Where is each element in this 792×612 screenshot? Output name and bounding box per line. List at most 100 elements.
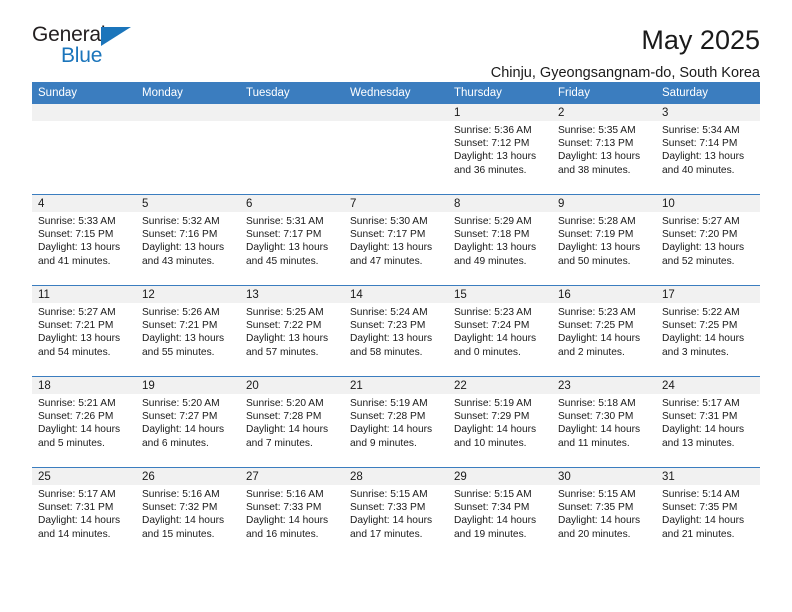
daylight-text-line1: Daylight: 14 hours <box>38 515 121 527</box>
day-cell[interactable]: 1 Sunrise: 5:36 AM Sunset: 7:12 PM Daylight… <box>448 104 552 195</box>
sunrise-text: Sunrise: 5:25 AM <box>246 307 324 318</box>
weekday-header-saturday: Saturday <box>656 82 760 104</box>
day-cell-inner: 8 Sunrise: 5:29 AM Sunset: 7:18 PM Daylight… <box>448 195 552 285</box>
day-cell[interactable]: 7 Sunrise: 5:30 AM Sunset: 7:17 PM Daylight… <box>344 194 448 286</box>
day-cell[interactable] <box>240 104 344 195</box>
day-details: Sunrise: 5:15 AM Sunset: 7:33 PM Daylight:… <box>344 485 448 541</box>
day-cell[interactable] <box>344 104 448 195</box>
sunrise-text: Sunrise: 5:15 AM <box>558 489 636 500</box>
daylight-text-line2: and 49 minutes. <box>454 255 527 267</box>
day-cell[interactable]: 11 Sunrise: 5:27 AM Sunset: 7:21 PM Dayligh… <box>32 285 136 377</box>
day-cell[interactable]: 3 Sunrise: 5:34 AM Sunset: 7:14 PM Daylight… <box>656 104 760 195</box>
day-cell[interactable]: 20 Sunrise: 5:20 AM Sunset: 7:28 PM Dayligh… <box>240 376 344 468</box>
day-number: 2 <box>552 104 656 121</box>
day-number: 3 <box>656 104 760 121</box>
day-cell[interactable]: 4 Sunrise: 5:33 AM Sunset: 7:15 PM Daylight… <box>32 194 136 286</box>
daylight-text-line2: and 45 minutes. <box>246 255 319 267</box>
day-cell[interactable]: 5 Sunrise: 5:32 AM Sunset: 7:16 PM Daylight… <box>136 194 240 286</box>
day-cell[interactable]: 13 Sunrise: 5:25 AM Sunset: 7:22 PM Dayligh… <box>240 285 344 377</box>
day-number: 17 <box>656 286 760 303</box>
sunset-text: Sunset: 7:28 PM <box>246 411 322 423</box>
day-cell[interactable]: 30 Sunrise: 5:15 AM Sunset: 7:35 PM Dayligh… <box>552 467 656 558</box>
day-details: Sunrise: 5:23 AM Sunset: 7:24 PM Daylight:… <box>448 303 552 359</box>
sunset-text: Sunset: 7:12 PM <box>454 138 530 150</box>
day-cell[interactable]: 17 Sunrise: 5:22 AM Sunset: 7:25 PM Dayligh… <box>656 285 760 377</box>
daylight-text-line1: Daylight: 13 hours <box>558 242 641 254</box>
brand-logo[interactable]: General Blue <box>32 24 152 72</box>
weekday-header-sunday: Sunday <box>32 82 136 104</box>
day-cell-inner: 14 Sunrise: 5:24 AM Sunset: 7:23 PM Dayligh… <box>344 286 448 376</box>
day-cell-inner: 31 Sunrise: 5:14 AM Sunset: 7:35 PM Dayligh… <box>656 468 760 558</box>
day-cell-inner: 15 Sunrise: 5:23 AM Sunset: 7:24 PM Dayligh… <box>448 286 552 376</box>
day-cell[interactable]: 21 Sunrise: 5:19 AM Sunset: 7:28 PM Dayligh… <box>344 376 448 468</box>
daylight-text-line1: Daylight: 13 hours <box>246 242 329 254</box>
daylight-text-line2: and 5 minutes. <box>38 437 105 449</box>
weekday-header-tuesday: Tuesday <box>240 82 344 104</box>
daylight-text-line1: Daylight: 14 hours <box>246 424 329 436</box>
day-cell[interactable] <box>136 104 240 195</box>
day-cell[interactable]: 24 Sunrise: 5:17 AM Sunset: 7:31 PM Dayligh… <box>656 376 760 468</box>
day-details: Sunrise: 5:32 AM Sunset: 7:16 PM Daylight:… <box>136 212 240 268</box>
calendar-week-row: 18 Sunrise: 5:21 AM Sunset: 7:26 PM Dayligh… <box>32 376 760 468</box>
calendar-week-row: 11 Sunrise: 5:27 AM Sunset: 7:21 PM Dayligh… <box>32 285 760 377</box>
sunrise-text: Sunrise: 5:35 AM <box>558 125 636 136</box>
calendar-week-row: 25 Sunrise: 5:17 AM Sunset: 7:31 PM Dayligh… <box>32 467 760 558</box>
day-cell[interactable]: 8 Sunrise: 5:29 AM Sunset: 7:18 PM Daylight… <box>448 194 552 286</box>
daylight-text-line2: and 50 minutes. <box>558 255 631 267</box>
daylight-text-line1: Daylight: 14 hours <box>558 424 641 436</box>
day-cell[interactable]: 10 Sunrise: 5:27 AM Sunset: 7:20 PM Dayligh… <box>656 194 760 286</box>
day-cell-inner: 11 Sunrise: 5:27 AM Sunset: 7:21 PM Dayligh… <box>32 286 136 376</box>
daylight-text-line2: and 58 minutes. <box>350 346 423 358</box>
day-cell[interactable]: 26 Sunrise: 5:16 AM Sunset: 7:32 PM Dayligh… <box>136 467 240 558</box>
day-details: Sunrise: 5:25 AM Sunset: 7:22 PM Daylight:… <box>240 303 344 359</box>
sunrise-text: Sunrise: 5:18 AM <box>558 398 636 409</box>
day-cell[interactable]: 15 Sunrise: 5:23 AM Sunset: 7:24 PM Dayligh… <box>448 285 552 377</box>
day-cell[interactable]: 19 Sunrise: 5:20 AM Sunset: 7:27 PM Dayligh… <box>136 376 240 468</box>
day-cell[interactable] <box>32 104 136 195</box>
day-cell[interactable]: 12 Sunrise: 5:26 AM Sunset: 7:21 PM Dayligh… <box>136 285 240 377</box>
sunrise-text: Sunrise: 5:36 AM <box>454 125 532 136</box>
day-cell[interactable]: 31 Sunrise: 5:14 AM Sunset: 7:35 PM Dayligh… <box>656 467 760 558</box>
day-cell[interactable]: 18 Sunrise: 5:21 AM Sunset: 7:26 PM Dayligh… <box>32 376 136 468</box>
daylight-text-line1: Daylight: 13 hours <box>350 333 433 345</box>
day-details: Sunrise: 5:31 AM Sunset: 7:17 PM Daylight:… <box>240 212 344 268</box>
daylight-text-line2: and 38 minutes. <box>558 164 631 176</box>
day-cell[interactable]: 2 Sunrise: 5:35 AM Sunset: 7:13 PM Daylight… <box>552 104 656 195</box>
day-number: 6 <box>240 195 344 212</box>
daylight-text-line2: and 54 minutes. <box>38 346 111 358</box>
sunset-text: Sunset: 7:14 PM <box>662 138 738 150</box>
day-number: 9 <box>552 195 656 212</box>
day-cell[interactable]: 9 Sunrise: 5:28 AM Sunset: 7:19 PM Daylight… <box>552 194 656 286</box>
sunrise-text: Sunrise: 5:27 AM <box>38 307 116 318</box>
day-cell[interactable]: 6 Sunrise: 5:31 AM Sunset: 7:17 PM Daylight… <box>240 194 344 286</box>
daylight-text-line2: and 55 minutes. <box>142 346 215 358</box>
day-cell[interactable]: 22 Sunrise: 5:19 AM Sunset: 7:29 PM Dayligh… <box>448 376 552 468</box>
day-details: Sunrise: 5:14 AM Sunset: 7:35 PM Daylight:… <box>656 485 760 541</box>
day-cell-inner: 28 Sunrise: 5:15 AM Sunset: 7:33 PM Dayligh… <box>344 468 448 558</box>
day-cell-inner: 20 Sunrise: 5:20 AM Sunset: 7:28 PM Dayligh… <box>240 377 344 467</box>
day-cell[interactable]: 28 Sunrise: 5:15 AM Sunset: 7:33 PM Dayligh… <box>344 467 448 558</box>
day-number: 10 <box>656 195 760 212</box>
daylight-text-line2: and 40 minutes. <box>662 164 735 176</box>
day-number: 26 <box>136 468 240 485</box>
sunrise-text: Sunrise: 5:33 AM <box>38 216 116 227</box>
day-cell-inner: 17 Sunrise: 5:22 AM Sunset: 7:25 PM Dayligh… <box>656 286 760 376</box>
daylight-text-line2: and 20 minutes. <box>558 528 631 540</box>
day-cell[interactable]: 25 Sunrise: 5:17 AM Sunset: 7:31 PM Dayligh… <box>32 467 136 558</box>
day-cell[interactable]: 14 Sunrise: 5:24 AM Sunset: 7:23 PM Dayligh… <box>344 285 448 377</box>
daylight-text-line1: Daylight: 13 hours <box>142 333 225 345</box>
day-cell[interactable]: 16 Sunrise: 5:23 AM Sunset: 7:25 PM Dayligh… <box>552 285 656 377</box>
day-cell[interactable]: 29 Sunrise: 5:15 AM Sunset: 7:34 PM Dayligh… <box>448 467 552 558</box>
daylight-text-line1: Daylight: 14 hours <box>454 333 537 345</box>
day-number: 7 <box>344 195 448 212</box>
day-details: Sunrise: 5:15 AM Sunset: 7:34 PM Daylight:… <box>448 485 552 541</box>
sunset-text: Sunset: 7:28 PM <box>350 411 426 423</box>
day-cell[interactable]: 27 Sunrise: 5:16 AM Sunset: 7:33 PM Dayligh… <box>240 467 344 558</box>
day-cell[interactable]: 23 Sunrise: 5:18 AM Sunset: 7:30 PM Dayligh… <box>552 376 656 468</box>
day-details <box>240 121 344 124</box>
daylight-text-line2: and 13 minutes. <box>662 437 735 449</box>
day-cell-inner: 26 Sunrise: 5:16 AM Sunset: 7:32 PM Dayligh… <box>136 468 240 558</box>
day-cell-inner: 3 Sunrise: 5:34 AM Sunset: 7:14 PM Daylight… <box>656 104 760 194</box>
sunset-text: Sunset: 7:35 PM <box>662 502 738 514</box>
daylight-text-line2: and 47 minutes. <box>350 255 423 267</box>
